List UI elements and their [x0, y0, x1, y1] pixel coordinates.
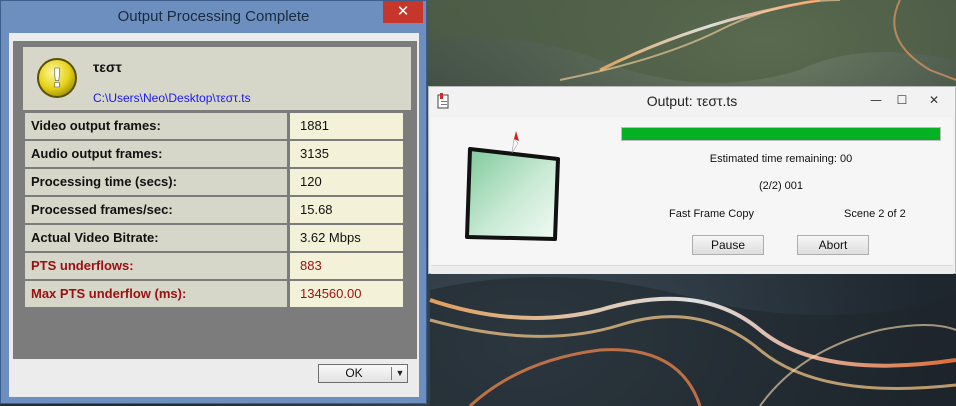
- stat-label: Processed frames/sec:: [25, 197, 287, 223]
- close-icon: ✕: [928, 93, 940, 107]
- stat-label: Audio output frames:: [25, 141, 287, 167]
- minimize-button[interactable]: —: [863, 91, 889, 109]
- stat-row-audio-frames: Audio output frames: 3135: [25, 141, 417, 167]
- window-titlebar[interactable]: Output: τεστ.ts — ☐ ✕: [429, 87, 955, 115]
- warning-icon: !: [37, 58, 77, 98]
- warning-icon-glyph: !: [51, 64, 63, 94]
- dialog-client-area: ! τεστ C:\Users\Neo\Desktop\τεστ.ts Vide…: [9, 33, 419, 397]
- stat-value: 134560.00: [290, 281, 403, 307]
- stat-label: PTS underflows:: [25, 253, 287, 279]
- stat-label: Processing time (secs):: [25, 169, 287, 195]
- stat-label: Max PTS underflow (ms):: [25, 281, 287, 307]
- stat-value: 883: [290, 253, 403, 279]
- stat-value: 120: [290, 169, 403, 195]
- stat-value: 3.62 Mbps: [290, 225, 403, 251]
- progress-bar: [621, 127, 941, 141]
- ok-split-button[interactable]: OK ▼: [318, 364, 408, 383]
- ok-button-separator: [391, 367, 392, 380]
- dialog-title: Output Processing Complete: [117, 8, 310, 25]
- pause-button[interactable]: Pause: [692, 235, 764, 255]
- close-icon: ✕: [396, 2, 410, 20]
- window-client-area: Estimated time remaining: 00 (2/2) 001 F…: [431, 117, 953, 274]
- dialog-close-button[interactable]: ✕: [383, 1, 423, 23]
- stat-row-pts-underflows: PTS underflows: 883: [25, 253, 417, 279]
- stat-value: 1881: [290, 113, 403, 139]
- window-bottom-strip: [431, 265, 953, 274]
- file-header: ! τεστ C:\Users\Neo\Desktop\τεστ.ts: [23, 47, 411, 110]
- ok-button[interactable]: OK: [319, 365, 389, 382]
- file-path: C:\Users\Neo\Desktop\τεστ.ts: [93, 91, 251, 105]
- output-processing-complete-dialog: Output Processing Complete ✕ ! τεστ C:\U…: [0, 0, 427, 404]
- stat-row-max-pts-underflow: Max PTS underflow (ms): 134560.00: [25, 281, 417, 307]
- progress-counter: (2/2) 001: [758, 180, 804, 192]
- stat-label: Actual Video Bitrate:: [25, 225, 287, 251]
- stat-label: Video output frames:: [25, 113, 287, 139]
- stat-row-processing-time: Processing time (secs): 120: [25, 169, 417, 195]
- window-close-button[interactable]: ✕: [921, 91, 947, 109]
- maximize-button[interactable]: ☐: [889, 91, 915, 109]
- monitor-screen-icon: [465, 131, 560, 241]
- minimize-icon: —: [870, 93, 882, 107]
- stat-row-frames-per-sec: Processed frames/sec: 15.68: [25, 197, 417, 223]
- progress-bar-fill: [622, 128, 940, 140]
- processing-mode: Fast Frame Copy: [669, 208, 754, 220]
- stat-row-video-bitrate: Actual Video Bitrate: 3.62 Mbps: [25, 225, 417, 251]
- stat-value: 15.68: [290, 197, 403, 223]
- results-panel: ! τεστ C:\Users\Neo\Desktop\τεστ.ts Vide…: [13, 41, 417, 359]
- estimated-time-remaining: Estimated time remaining: 00: [709, 153, 853, 165]
- ok-dropdown-arrow-icon[interactable]: ▼: [394, 365, 406, 382]
- file-name: τεστ: [93, 59, 122, 75]
- abort-button[interactable]: Abort: [797, 235, 869, 255]
- stat-value: 3135: [290, 141, 403, 167]
- scene-indicator: Scene 2 of 2: [844, 208, 906, 220]
- output-progress-window: Output: τεστ.ts — ☐ ✕ Estimated time rem…: [428, 86, 956, 274]
- stat-row-video-frames: Video output frames: 1881: [25, 113, 417, 139]
- stats-table: Video output frames: 1881 Audio output f…: [25, 113, 417, 309]
- maximize-icon: ☐: [896, 93, 908, 107]
